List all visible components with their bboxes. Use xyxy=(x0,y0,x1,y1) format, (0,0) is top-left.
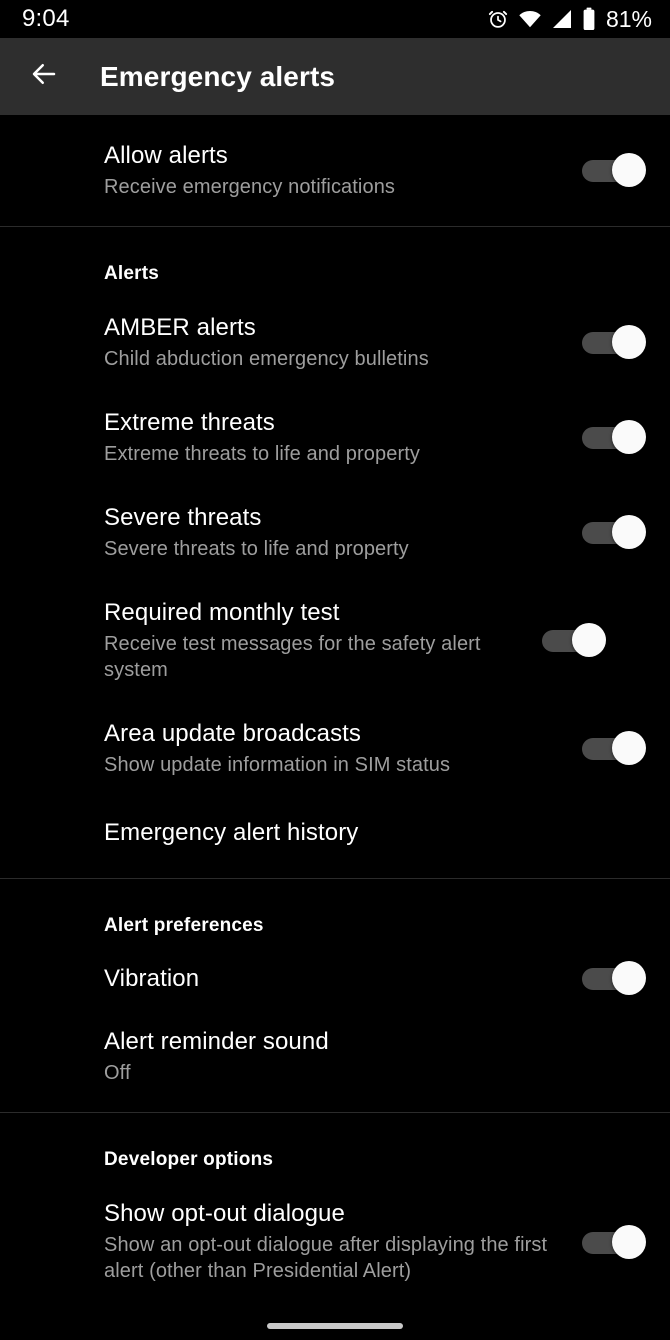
row-required-monthly-test-text: Required monthly test Receive test messa… xyxy=(104,598,542,683)
battery-icon xyxy=(582,7,596,31)
row-vibration-text: Vibration xyxy=(104,964,582,994)
back-arrow-icon xyxy=(29,59,59,94)
row-summary: Show an opt-out dialogue after displayin… xyxy=(104,1234,548,1282)
toggle-required-monthly-test[interactable] xyxy=(542,622,606,659)
status-bar: 9:04 81% xyxy=(0,0,670,38)
phone-screen: 9:04 81% Emergency alerts Allow alerts R… xyxy=(0,0,670,1340)
row-title: Alert reminder sound xyxy=(104,1028,329,1055)
row-title: Required monthly test xyxy=(104,599,340,626)
row-title: Severe threats xyxy=(104,504,262,531)
row-title: Allow alerts xyxy=(104,142,228,169)
row-title: Extreme threats xyxy=(104,409,275,436)
row-vibration[interactable]: Vibration xyxy=(0,947,670,1011)
section-header-developer-options: Developer options xyxy=(104,1149,274,1170)
row-show-opt-out-dialogue[interactable]: Show opt-out dialogue Show an opt-out di… xyxy=(0,1181,670,1302)
home-indicator[interactable] xyxy=(267,1323,403,1329)
section-alert-preferences: Alert preferences Vibration Alert remind… xyxy=(0,879,670,1112)
app-bar: Emergency alerts xyxy=(0,38,670,115)
battery-percentage: 81% xyxy=(605,5,652,32)
alarm-icon xyxy=(487,8,509,30)
row-area-update-broadcasts-text: Area update broadcasts Show update infor… xyxy=(104,719,582,778)
toggle-area-update-broadcasts[interactable] xyxy=(582,730,646,767)
row-severe-threats-text: Severe threats Severe threats to life an… xyxy=(104,503,582,562)
wifi-icon xyxy=(518,8,542,30)
toggle-amber-alerts[interactable] xyxy=(582,324,646,361)
cellular-signal-icon xyxy=(551,8,573,30)
toggle-vibration[interactable] xyxy=(582,961,646,997)
toggle-thumb xyxy=(612,961,646,995)
page-title: Emergency alerts xyxy=(100,60,336,92)
toggle-severe-threats[interactable] xyxy=(582,514,646,551)
row-title: Emergency alert history xyxy=(104,819,359,846)
section-developer-options: Developer options Show opt-out dialogue … xyxy=(0,1113,670,1302)
row-title: Vibration xyxy=(104,965,200,992)
row-title: Show opt-out dialogue xyxy=(104,1200,345,1227)
section-header-alerts: Alerts xyxy=(104,263,160,284)
row-summary: Receive emergency notifications xyxy=(104,176,396,198)
row-required-monthly-test[interactable]: Required monthly test Receive test messa… xyxy=(0,580,670,701)
toggle-allow-alerts[interactable] xyxy=(582,152,646,189)
status-bar-icons: 81% xyxy=(487,7,652,31)
toggle-thumb xyxy=(612,152,646,187)
section-header-alert-preferences: Alert preferences xyxy=(104,915,264,936)
toggle-thumb xyxy=(572,622,606,657)
row-summary: Extreme threats to life and property xyxy=(104,443,420,465)
row-alert-reminder-sound-text: Alert reminder sound Off xyxy=(104,1027,646,1086)
status-bar-clock: 9:04 xyxy=(22,5,70,32)
row-extreme-threats-text: Extreme threats Extreme threats to life … xyxy=(104,408,582,467)
row-extreme-threats[interactable]: Extreme threats Extreme threats to life … xyxy=(0,390,670,485)
row-summary: Show update information in SIM status xyxy=(104,754,451,776)
row-alert-reminder-sound[interactable]: Alert reminder sound Off xyxy=(0,1011,670,1112)
toggle-thumb xyxy=(612,730,646,765)
row-show-opt-out-dialogue-text: Show opt-out dialogue Show an opt-out di… xyxy=(104,1199,582,1284)
row-summary: Severe threats to life and property xyxy=(104,538,409,560)
row-title: AMBER alerts xyxy=(104,314,256,341)
row-title: Area update broadcasts xyxy=(104,720,362,747)
row-amber-alerts[interactable]: AMBER alerts Child abduction emergency b… xyxy=(0,295,670,390)
toggle-show-opt-out-dialogue[interactable] xyxy=(582,1225,646,1261)
section-allow-alerts: Allow alerts Receive emergency notificat… xyxy=(0,115,670,226)
row-amber-alerts-text: AMBER alerts Child abduction emergency b… xyxy=(104,313,582,372)
row-allow-alerts-text: Allow alerts Receive emergency notificat… xyxy=(104,141,582,200)
row-area-update-broadcasts[interactable]: Area update broadcasts Show update infor… xyxy=(0,701,670,796)
toggle-thumb xyxy=(612,419,646,454)
toggle-extreme-threats[interactable] xyxy=(582,419,646,456)
row-emergency-alert-history[interactable]: Emergency alert history xyxy=(0,796,670,878)
row-severe-threats[interactable]: Severe threats Severe threats to life an… xyxy=(0,485,670,580)
back-button[interactable] xyxy=(20,53,68,101)
settings-list[interactable]: Allow alerts Receive emergency notificat… xyxy=(0,115,670,1340)
row-allow-alerts[interactable]: Allow alerts Receive emergency notificat… xyxy=(0,115,670,226)
toggle-thumb xyxy=(612,324,646,359)
section-alerts: Alerts AMBER alerts Child abduction emer… xyxy=(0,227,670,878)
row-summary: Child abduction emergency bulletins xyxy=(104,348,429,370)
row-summary: Receive test messages for the safety ale… xyxy=(104,633,481,681)
toggle-thumb xyxy=(612,514,646,549)
row-emergency-alert-history-text: Emergency alert history xyxy=(104,818,646,848)
row-summary: Off xyxy=(104,1062,131,1084)
toggle-thumb xyxy=(612,1225,646,1259)
